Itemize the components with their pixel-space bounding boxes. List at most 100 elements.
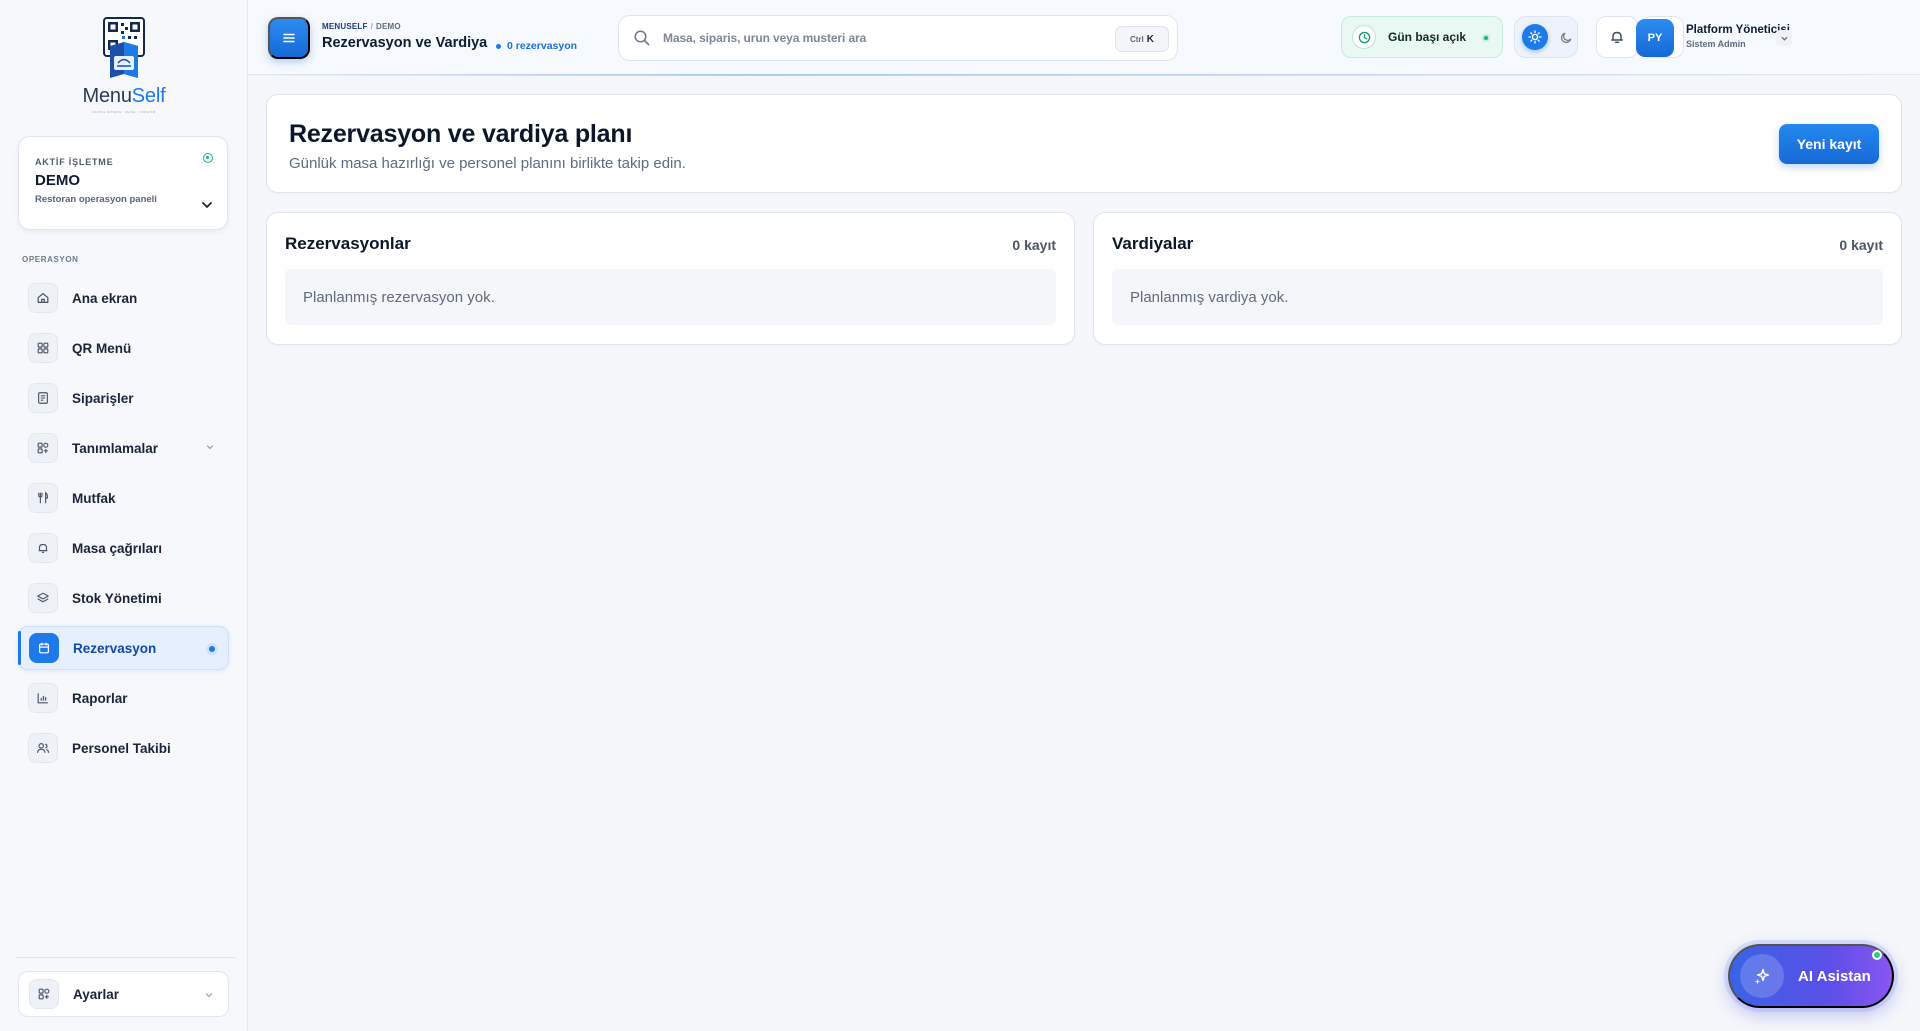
empty-state: Planlanmış vardiya yok. [1112, 269, 1883, 325]
chevron-down-icon[interactable] [205, 442, 215, 452]
brand-logo[interactable]: MenuSelf DİJİTAL SİPARİŞ · MASA · YÖNETİ… [0, 16, 248, 120]
menu-toggle-button[interactable] [268, 17, 310, 59]
brand-tagline: DİJİTAL SİPARİŞ · MASA · YÖNETİM [92, 110, 156, 114]
chevron-down-icon[interactable] [204, 990, 214, 1000]
sidebar-item-label: Siparişler [72, 390, 134, 406]
sidebar-item-rezervasyon[interactable]: Rezervasyon [18, 626, 229, 670]
utensils-icon [28, 483, 58, 513]
sidebar-item-ana-ekran[interactable]: Ana ekran [18, 276, 229, 320]
business-label: AKTİF İŞLETME [35, 157, 114, 167]
breadcrumb-separator: / [370, 22, 374, 31]
qr-book-logo-icon [98, 16, 150, 84]
sparkles-icon [1740, 954, 1784, 998]
sidebar-item-label: Masa çağrıları [72, 540, 163, 556]
search-input[interactable]: Masa, siparis, urun veya musteri ara [663, 31, 866, 45]
brand-name-part1: Menu [82, 85, 132, 107]
page-header-card: Rezervasyon ve vardiya planı Günlük masa… [266, 94, 1902, 193]
shortcut-key: K [1146, 33, 1154, 45]
sidebar-item-siparisler[interactable]: Siparişler [18, 376, 229, 420]
breadcrumb: MENUSELF / DEMO [322, 22, 401, 31]
new-record-button[interactable]: Yeni kayıt [1779, 124, 1879, 164]
search-icon [634, 30, 650, 46]
day-status-dot-icon [1482, 34, 1490, 42]
active-business-selector[interactable]: AKTİF İŞLETME DEMO Restoran operasyon pa… [18, 136, 228, 230]
sun-icon[interactable] [1522, 24, 1548, 50]
breadcrumb-root[interactable]: MENUSELF [322, 22, 368, 31]
online-status-icon [203, 153, 213, 163]
search-shortcut-hint: Ctrl K [1115, 26, 1169, 52]
theme-toggle[interactable] [1514, 16, 1578, 58]
sidebar-nav: Ana ekran QR Menü Siparişler Tanımlamala… [18, 276, 229, 776]
panel-count: 0 kayıt [1839, 237, 1883, 253]
day-status-label: Gün başı açık [1388, 30, 1467, 44]
bar-chart-icon [28, 683, 58, 713]
sidebar-item-qr-menu[interactable]: QR Menü [18, 326, 229, 370]
page-subtitle: Günlük masa hazırlığı ve personel planın… [289, 155, 686, 172]
empty-state: Planlanmış rezervasyon yok. [285, 269, 1056, 325]
calendar-icon [29, 633, 59, 663]
sidebar-item-label: Tanımlamalar [72, 440, 159, 456]
home-icon [28, 283, 58, 313]
brand-name-part2: Self [131, 85, 166, 107]
sidebar-item-tanimlamalar[interactable]: Tanımlamalar [18, 426, 229, 470]
business-subtitle: Restoran operasyon paneli [35, 194, 157, 205]
shifts-panel: Vardiyalar 0 kayıt Planlanmış vardiya yo… [1093, 212, 1902, 345]
brand-name: MenuSelf [83, 85, 166, 108]
online-status-icon [1872, 950, 1882, 960]
receipt-icon [28, 383, 58, 413]
top-header: MENUSELF / DEMO Rezervasyon ve Vardiya 0 r… [248, 0, 1920, 75]
business-name: DEMO [35, 172, 80, 189]
header-accent-line [248, 74, 1908, 76]
sidebar-item-personel-takibi[interactable]: Personel Takibi [18, 726, 229, 770]
panel-title: Vardiyalar [1112, 234, 1194, 253]
sidebar-item-ayarlar[interactable]: Ayarlar [18, 971, 229, 1017]
clock-icon [1352, 25, 1376, 49]
layers-icon [28, 583, 58, 613]
ai-assistant-button[interactable]: AI Asistan [1728, 944, 1894, 1008]
user-role: Sistem Admin [1686, 39, 1746, 49]
widgets-icon [29, 979, 59, 1009]
sidebar-item-label: Rezervasyon [73, 640, 157, 656]
widgets-icon [28, 433, 58, 463]
reservation-count-text: 0 rezervasyon [507, 40, 578, 52]
sidebar-item-label: Stok Yönetimi [72, 590, 162, 606]
moon-icon[interactable] [1556, 27, 1576, 47]
day-status-button[interactable]: Gün başı açık [1341, 16, 1503, 58]
status-dot-icon [496, 43, 501, 49]
ai-assistant-label: AI Asistan [1798, 967, 1871, 985]
avatar: PY [1636, 19, 1674, 57]
sidebar-item-raporlar[interactable]: Raporlar [18, 676, 229, 720]
reservation-count-badge: 0 rezervasyon [496, 40, 577, 52]
hamburger-icon [283, 33, 295, 43]
panel-count: 0 kayıt [1012, 237, 1056, 253]
sidebar-item-label: Ana ekran [72, 290, 138, 306]
chevron-down-icon[interactable] [1776, 30, 1792, 46]
chevron-down-icon[interactable] [201, 199, 213, 211]
sidebar-item-masa-cagrilari[interactable]: Masa çağrıları [18, 526, 229, 570]
nav-section-label: OPERASYON [22, 255, 79, 264]
active-indicator-icon [206, 643, 218, 655]
panel-title: Rezervasyonlar [285, 234, 411, 253]
breadcrumb-current: DEMO [376, 22, 401, 31]
page-title: Rezervasyon ve vardiya planı [289, 120, 633, 148]
shortcut-modifier: Ctrl [1129, 34, 1144, 44]
sidebar-item-label: Personel Takibi [72, 740, 171, 756]
global-search[interactable]: Masa, siparis, urun veya musteri ara Ctr… [618, 15, 1178, 61]
bell-icon [1611, 31, 1623, 43]
sidebar-divider [15, 957, 235, 958]
notifications-button[interactable] [1596, 16, 1638, 58]
bell-icon [28, 533, 58, 563]
sidebar-item-label: Raporlar [72, 690, 128, 706]
user-menu[interactable]: PY Platform Yöneticisi Sistem Admin [1636, 15, 1800, 61]
sidebar: MenuSelf DİJİTAL SİPARİŞ · MASA · YÖNETİ… [0, 0, 248, 1031]
header-title: Rezervasyon ve Vardiya [322, 35, 488, 51]
users-icon [28, 733, 58, 763]
sidebar-item-label: Mutfak [72, 490, 116, 506]
reservations-panel: Rezervasyonlar 0 kayıt Planlanmış rezerv… [266, 212, 1075, 345]
user-name: Platform Yöneticisi [1686, 24, 1790, 36]
sidebar-item-mutfak[interactable]: Mutfak [18, 476, 229, 520]
sidebar-item-label: QR Menü [72, 340, 132, 356]
sidebar-item-label: Ayarlar [73, 986, 120, 1002]
sidebar-item-stok-yonetimi[interactable]: Stok Yönetimi [18, 576, 229, 620]
grid-icon [28, 333, 58, 363]
